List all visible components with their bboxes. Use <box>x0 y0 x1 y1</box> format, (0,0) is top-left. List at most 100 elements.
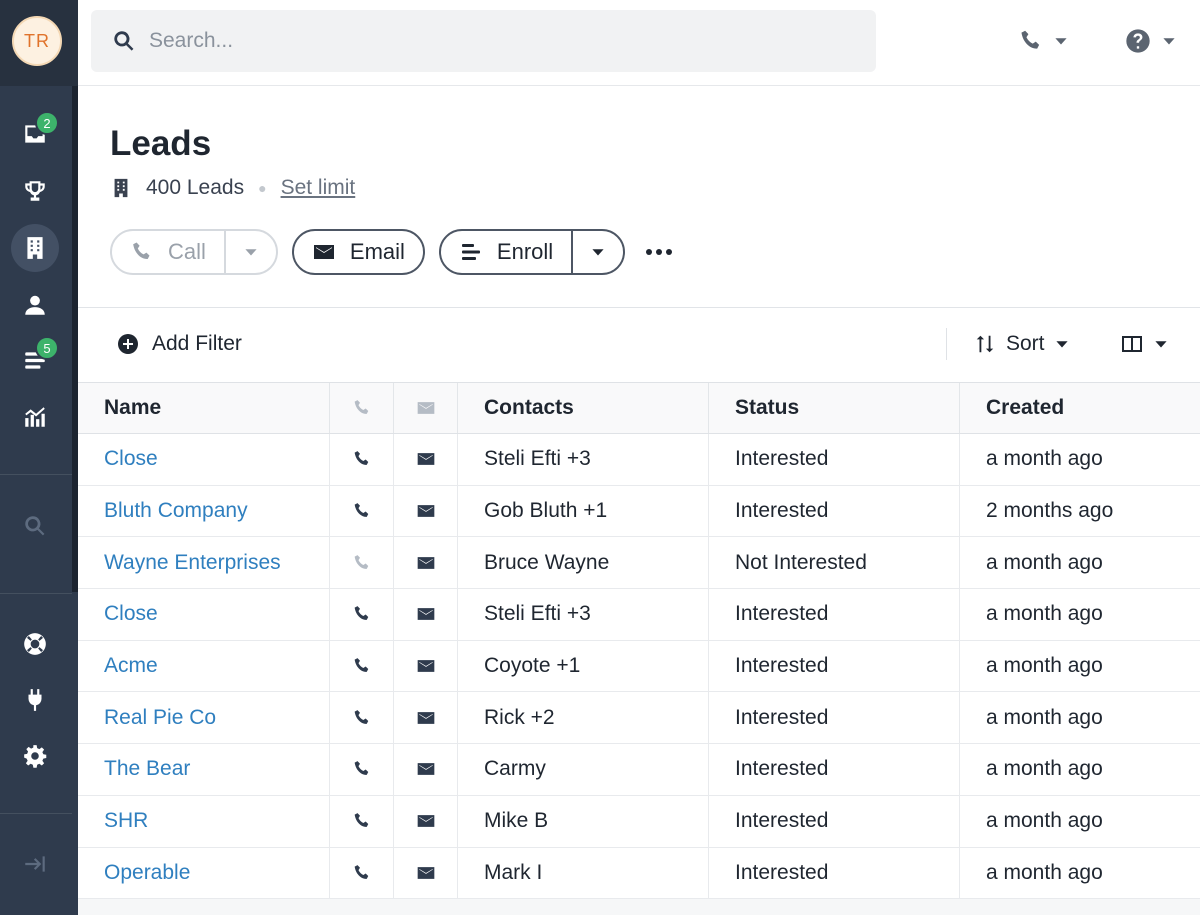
table-row[interactable]: Wayne Enterprises Bruce Wayne Not Interest… <box>78 537 1200 590</box>
status-cell: Not Interested <box>709 537 960 589</box>
column-header-email[interactable] <box>394 383 458 433</box>
sidebar-item-leads[interactable] <box>11 224 59 272</box>
table-row[interactable]: Acme Coyote +1 Interested a month ago <box>78 640 1200 693</box>
column-header-created[interactable]: Created <box>960 383 1200 433</box>
lead-name-link[interactable]: The Bear <box>104 757 190 781</box>
table-row[interactable]: SHR Mike B Interested a month ago <box>78 795 1200 848</box>
column-header-contacts[interactable]: Contacts <box>458 383 709 433</box>
sidebar-item-contacts[interactable] <box>11 281 59 329</box>
call-lead-button[interactable] <box>330 640 394 692</box>
call-lead-button[interactable] <box>330 537 394 589</box>
column-header-status[interactable]: Status <box>709 383 960 433</box>
call-lead-button[interactable] <box>330 795 394 847</box>
sidebar-divider <box>0 474 72 475</box>
email-lead-button[interactable] <box>394 847 458 899</box>
lead-name-link[interactable]: Wayne Enterprises <box>104 551 281 575</box>
sort-icon <box>976 335 994 353</box>
sidebar-divider <box>0 813 72 814</box>
lead-name-link[interactable]: Bluth Company <box>104 499 248 523</box>
phone-icon <box>354 709 368 724</box>
email-lead-button[interactable] <box>394 744 458 795</box>
mail-icon <box>417 867 434 879</box>
phone-icon <box>354 400 368 414</box>
avatar[interactable]: TR <box>12 16 62 66</box>
email-lead-button[interactable] <box>394 537 458 589</box>
sidebar-expand-button[interactable] <box>11 840 59 888</box>
call-lead-button[interactable] <box>330 485 394 537</box>
table-row[interactable]: The Bear Carmy Interested a month ago <box>78 744 1200 796</box>
call-lead-button[interactable] <box>330 744 394 795</box>
search-input[interactable] <box>149 29 749 53</box>
call-button[interactable]: Call <box>112 231 224 273</box>
lifebuoy-icon <box>24 633 46 655</box>
contacts-cell: Coyote +1 <box>458 640 709 692</box>
help-icon <box>1126 29 1150 53</box>
main-content: Leads 400 Leads ● Set limit Call Email E… <box>78 86 1200 915</box>
lead-name-link[interactable]: Operable <box>104 861 190 885</box>
lead-name-link[interactable]: Close <box>104 447 158 471</box>
enroll-button-group: Enroll <box>438 229 626 275</box>
sidebar-divider <box>0 593 72 594</box>
email-lead-button[interactable] <box>394 692 458 744</box>
lead-name-cell: SHR <box>78 795 330 847</box>
table-row[interactable]: Close Steli Efti +3 Interested a month ago <box>78 434 1200 486</box>
email-lead-button[interactable] <box>394 434 458 485</box>
created-cell: a month ago <box>986 550 1103 574</box>
lead-name-link[interactable]: Close <box>104 602 158 626</box>
call-lead-button[interactable] <box>330 692 394 744</box>
table-row[interactable]: Close Steli Efti +3 Interested a month ago <box>78 589 1200 641</box>
lead-name-cell: Real Pie Co <box>78 692 330 744</box>
search-bar[interactable] <box>91 10 876 72</box>
call-lead-button[interactable] <box>330 434 394 485</box>
top-bar <box>78 0 1200 86</box>
status-cell: Interested <box>709 692 960 744</box>
table-row[interactable]: Real Pie Co Rick +2 Interested a month ago <box>78 692 1200 745</box>
sidebar-item-opportunities[interactable] <box>11 167 59 215</box>
chevron-down-icon <box>1055 341 1068 348</box>
trophy-icon <box>25 181 45 201</box>
sidebar-item-integrations[interactable] <box>11 676 59 724</box>
enroll-dropdown-button[interactable] <box>571 231 623 273</box>
set-limit-link[interactable]: Set limit <box>281 176 356 200</box>
plus-circle-icon <box>118 334 138 354</box>
table-row[interactable]: Operable Mark I Interested a month ago <box>78 847 1200 900</box>
created-cell: a month ago <box>986 602 1103 626</box>
sidebar-item-settings[interactable] <box>11 732 59 780</box>
status-cell: Interested <box>709 744 960 795</box>
contacts-cell: Gob Bluth +1 <box>458 485 709 537</box>
email-lead-button[interactable] <box>394 795 458 847</box>
help-menu-button[interactable] <box>1124 24 1176 58</box>
phone-icon <box>354 554 368 569</box>
sort-button[interactable]: Sort <box>974 332 1069 356</box>
building-icon <box>27 237 43 259</box>
sidebar-item-reports[interactable] <box>11 393 59 441</box>
enroll-label: Enroll <box>496 239 554 264</box>
chevron-down-icon <box>1163 38 1175 45</box>
more-icon-dot <box>646 249 653 255</box>
lead-name-link[interactable]: SHR <box>104 809 148 833</box>
email-label: Email <box>349 239 405 264</box>
call-dropdown-button[interactable] <box>223 231 276 273</box>
email-lead-button[interactable] <box>394 485 458 537</box>
sidebar-item-search[interactable] <box>11 502 59 550</box>
sidebar-item-support[interactable] <box>11 620 59 668</box>
email-button[interactable]: Email <box>291 229 425 275</box>
phone-menu-button[interactable] <box>1018 24 1068 58</box>
status-cell: Interested <box>709 640 960 692</box>
mail-icon <box>417 556 434 569</box>
enroll-button[interactable]: Enroll <box>441 231 571 273</box>
column-header-phone[interactable] <box>330 383 394 433</box>
lead-name-cell: Operable <box>78 847 330 899</box>
column-header-name[interactable]: Name <box>78 383 330 433</box>
call-lead-button[interactable] <box>330 847 394 899</box>
table-row[interactable]: Bluth Company Gob Bluth +1 Interested 2 mon… <box>78 485 1200 538</box>
lead-name-link[interactable]: Acme <box>104 654 158 678</box>
email-lead-button[interactable] <box>394 589 458 640</box>
email-lead-button[interactable] <box>394 640 458 692</box>
phone-icon <box>1021 30 1040 49</box>
columns-button[interactable] <box>1120 332 1168 356</box>
lead-name-link[interactable]: Real Pie Co <box>104 706 216 730</box>
add-filter-button[interactable]: Add Filter <box>116 332 242 356</box>
more-actions-button[interactable] <box>639 229 679 275</box>
call-lead-button[interactable] <box>330 589 394 640</box>
